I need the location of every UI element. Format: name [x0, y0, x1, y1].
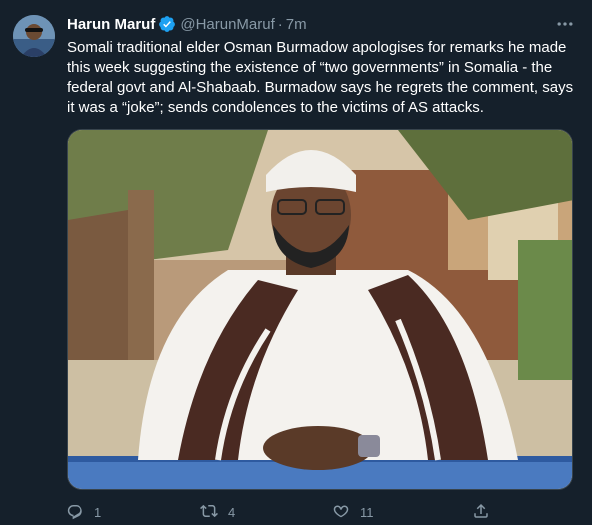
tweet-photo[interactable]	[67, 129, 573, 490]
more-options-icon[interactable]	[554, 14, 576, 34]
retweet-count: 4	[228, 505, 236, 520]
tweet[interactable]: Harun Maruf @HarunMaruf · 7m Somali trad…	[0, 0, 592, 525]
author-name[interactable]: Harun Maruf	[67, 16, 155, 33]
retweet-button[interactable]: 4	[200, 502, 235, 523]
header-separator: ·	[277, 15, 283, 33]
tweet-header: Harun Maruf @HarunMaruf · 7m	[67, 14, 307, 34]
tweet-actions: 1 4 11	[60, 502, 500, 524]
retweet-icon	[200, 502, 218, 523]
reply-count: 1	[94, 505, 102, 520]
like-heart-icon	[332, 502, 350, 523]
reply-button[interactable]: 1	[66, 502, 101, 523]
share-button[interactable]	[472, 502, 490, 523]
author-handle[interactable]: @HarunMaruf	[180, 16, 274, 33]
verified-badge-icon	[158, 15, 176, 33]
avatar[interactable]	[13, 15, 55, 57]
tweet-text: Somali traditional elder Osman Burmadow …	[67, 39, 574, 116]
share-icon	[472, 502, 490, 523]
like-count: 11	[360, 505, 374, 520]
reply-icon	[66, 502, 84, 523]
like-button[interactable]: 11	[332, 502, 374, 523]
tweet-timestamp[interactable]: 7m	[286, 16, 307, 33]
